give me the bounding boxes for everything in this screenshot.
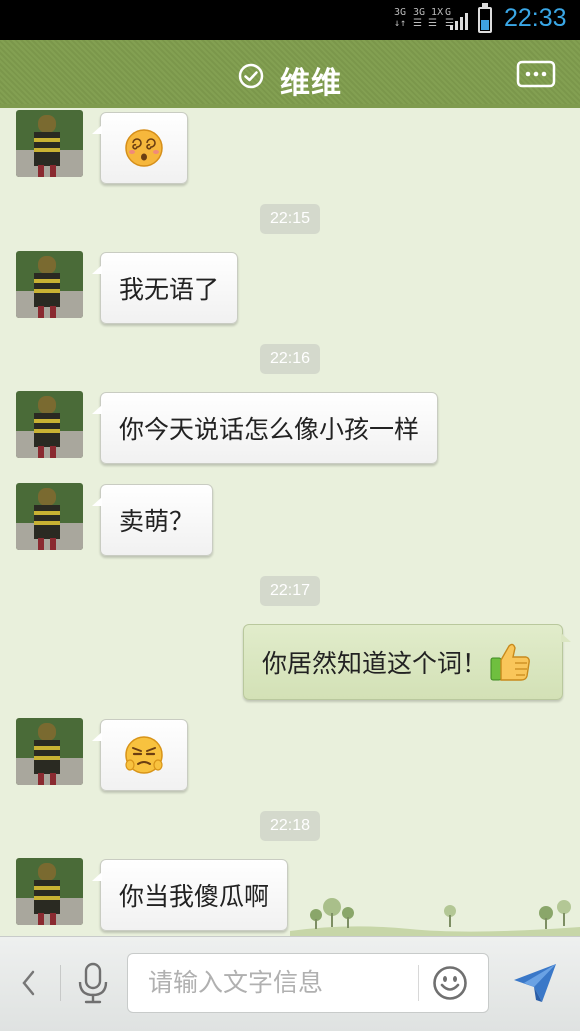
avatar[interactable] [16,251,83,318]
message-bubble-outgoing[interactable]: 你居然知道这个词！ [243,624,571,700]
message-text: 你今天说话怎么像小孩一样 [119,415,420,444]
scenery-decoration [290,898,580,936]
thumbs-up-emoji-icon [490,643,530,681]
timestamp: 22:16 [260,344,320,374]
avatar[interactable] [16,718,83,785]
chevron-left-icon[interactable] [18,968,38,998]
message-bubble-incoming[interactable]: 我无语了 [91,252,239,324]
network-3g-indicator: 3G ↓↑ [394,7,407,29]
message-bubble-incoming[interactable] [92,719,188,791]
message-text: 卖萌？ [119,507,195,536]
status-time: 22:33 [504,4,567,32]
message-bubble-incoming[interactable] [92,112,188,184]
paper-plane-send-icon[interactable] [512,960,558,1004]
divider [60,965,61,1001]
message-bubble-incoming[interactable]: 你今天说话怎么像小孩一样 [91,392,439,464]
battery-icon [478,3,492,33]
network-3g1x-indicator: 3G 1X ☰ ☰ [413,7,444,29]
smiley-icon[interactable] [432,965,468,1001]
message-text: 我无语了 [119,275,220,304]
message-bubble-incoming[interactable]: 卖萌？ [91,484,214,556]
avatar[interactable] [16,483,83,550]
status-bar [0,0,580,40]
check-circle-icon [238,63,264,89]
message-text: 你居然知道这个词！ [262,649,488,678]
avatar[interactable] [16,110,83,177]
avatar[interactable] [16,391,83,458]
timestamp: 22:15 [260,204,320,234]
signal-icon [450,13,468,30]
message-text: 你当我傻瓜啊 [119,882,270,911]
timestamp: 22:18 [260,811,320,841]
dizzy-face-emoji-icon [125,129,163,167]
microphone-icon[interactable] [76,962,110,1004]
avatar[interactable] [16,858,83,925]
chat-title: 维维 [280,66,342,101]
message-bubble-incoming[interactable]: 你当我傻瓜啊 [91,859,289,931]
chat-more-icon[interactable] [516,60,556,90]
timestamp: 22:17 [260,576,320,606]
divider [418,965,419,1001]
chat-area[interactable]: 22:15 我无语了 22:16 你今天说话怎么像小孩一样 卖萌？ 22:17 … [0,108,580,936]
annoyed-face-emoji-icon [125,736,163,774]
